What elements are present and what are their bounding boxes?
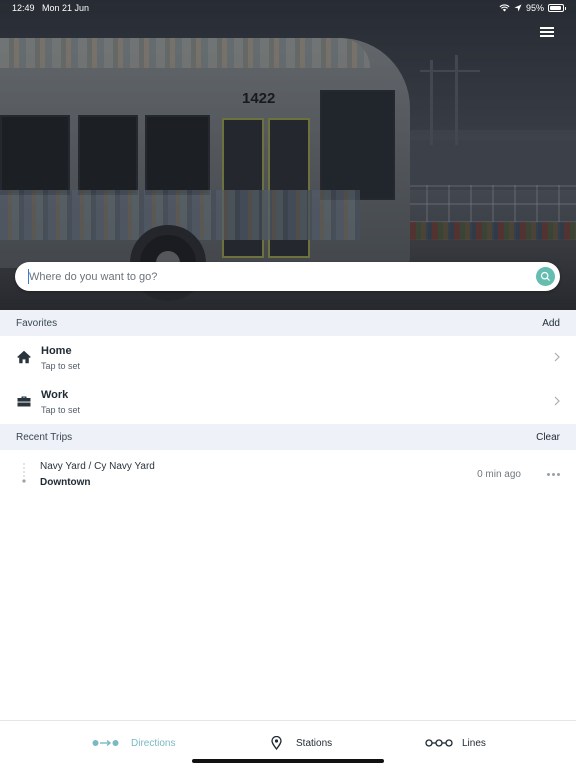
map-pin-icon [271,736,282,750]
tab-directions[interactable]: Directions [92,733,175,753]
favorite-work-subtitle: Tap to set [41,405,81,415]
tab-stations-label: Stations [296,737,333,749]
status-time: 12:49 [12,3,35,13]
directions-icon [92,740,119,746]
trip-direction: Downtown [40,477,91,488]
favorite-work[interactable]: Work Tap to set [0,380,576,424]
search-input[interactable] [29,262,529,291]
more-options-icon[interactable] [547,472,561,478]
search-bar [15,262,560,291]
favorites-header: Favorites Add [0,310,576,336]
favorites-add-button[interactable]: Add [542,318,560,329]
status-date: Mon 21 Jun [42,3,90,13]
search-icon [540,271,550,281]
briefcase-icon [17,396,31,407]
home-icon [17,350,31,364]
favorites-title: Favorites [16,318,58,329]
recent-trips-header: Recent Trips Clear [0,424,576,450]
trip-time-ago: 0 min ago [477,469,521,480]
favorite-work-title: Work [41,389,69,401]
tab-lines[interactable]: Lines [425,733,486,753]
home-indicator[interactable] [192,759,384,763]
status-bar: 12:49 Mon 21 Jun 95% [0,0,576,18]
battery-percent: 95% [525,3,544,13]
trip-route: Navy Yard / Cy Navy Yard [40,461,155,472]
trip-route-icon [22,463,26,483]
chevron-right-icon [554,352,560,362]
favorite-home-title: Home [41,345,72,357]
recent-trip-item[interactable]: Navy Yard / Cy Navy Yard Downtown 0 min … [0,450,576,500]
tab-stations[interactable]: Stations [271,733,332,753]
tab-directions-label: Directions [131,737,176,749]
status-right: 95% [499,3,566,13]
hamburger-menu-icon[interactable] [540,27,558,39]
favorite-home-subtitle: Tap to set [41,361,81,371]
wifi-icon [499,4,510,12]
battery-icon [548,4,566,12]
recent-trips-title: Recent Trips [16,432,73,443]
recent-trips-clear-button[interactable]: Clear [536,432,560,443]
lines-icon [425,739,453,747]
tab-lines-label: Lines [462,737,486,749]
search-button[interactable] [536,267,555,286]
chevron-right-icon [554,396,560,406]
location-arrow-icon [514,4,522,12]
favorite-home[interactable]: Home Tap to set [0,336,576,380]
